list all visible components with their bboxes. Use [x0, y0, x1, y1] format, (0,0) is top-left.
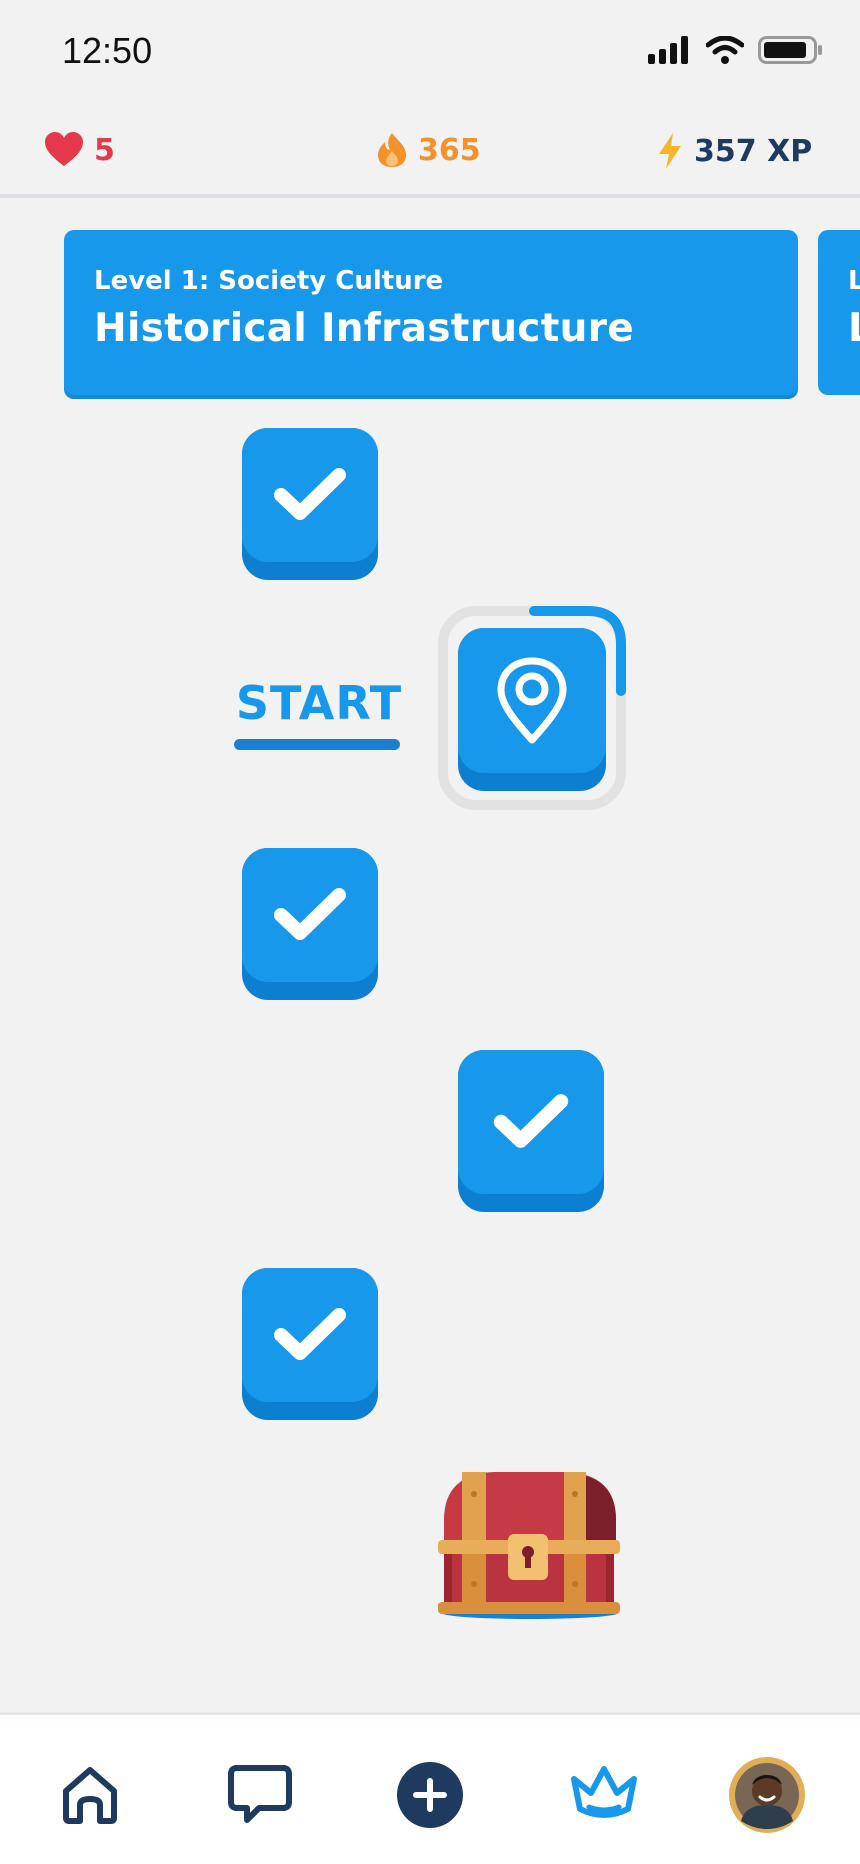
- lesson-node-completed[interactable]: [242, 428, 378, 580]
- lesson-node-completed[interactable]: [458, 1050, 604, 1212]
- battery-icon: [758, 36, 822, 64]
- lesson-node-completed[interactable]: [242, 848, 378, 1000]
- lesson-node-completed[interactable]: [242, 1268, 378, 1420]
- start-label[interactable]: START: [234, 676, 404, 730]
- node-face: [458, 1050, 604, 1194]
- status-icons: [648, 36, 822, 64]
- check-icon: [274, 888, 346, 940]
- streak-counter[interactable]: 365: [376, 132, 481, 168]
- next-level-subtitle: L: [848, 266, 860, 296]
- status-time: 12:50: [62, 30, 153, 71]
- add-icon: [397, 1762, 463, 1828]
- level-subtitle: Level 1: Society Culture: [94, 266, 444, 296]
- level-title: Historical Infrastructure: [94, 306, 634, 351]
- lightning-icon: [659, 133, 681, 169]
- heart-icon: [45, 132, 83, 166]
- node-face: [458, 628, 606, 773]
- level-card[interactable]: Level 1: Society Culture Historical Infr…: [64, 230, 798, 395]
- xp-count: 357 XP: [694, 133, 813, 169]
- chat-icon: [228, 1765, 292, 1823]
- check-icon: [493, 1094, 569, 1148]
- nav-chat[interactable]: [220, 1755, 300, 1835]
- nav-add[interactable]: [390, 1755, 470, 1835]
- check-icon: [274, 1308, 346, 1360]
- xp-counter[interactable]: 357 XP: [656, 132, 812, 170]
- stats-bar: 5 365 357 XP: [0, 118, 860, 198]
- next-level-card[interactable]: L L: [818, 230, 860, 395]
- streak-count: 365: [418, 132, 481, 168]
- hearts-counter[interactable]: 5: [44, 132, 115, 168]
- nav-home[interactable]: [50, 1755, 130, 1835]
- node-face: [242, 428, 378, 562]
- start-underline: [234, 739, 400, 750]
- treasure-chest-icon[interactable]: [432, 1464, 624, 1622]
- node-face: [242, 848, 378, 982]
- profile-avatar: [729, 1757, 805, 1833]
- flame-icon: [378, 133, 406, 167]
- hearts-count: 5: [94, 132, 115, 168]
- crown-icon: [571, 1766, 637, 1818]
- cellular-signal-icon: [648, 36, 688, 64]
- nav-leaderboard[interactable]: [564, 1755, 644, 1835]
- wifi-icon: [706, 36, 744, 64]
- home-icon: [63, 1767, 117, 1824]
- next-level-title: L: [848, 306, 860, 351]
- check-icon: [274, 468, 346, 520]
- lesson-node-current[interactable]: [458, 628, 606, 791]
- map-pin-icon: [497, 657, 567, 743]
- status-bar: 12:50: [0, 0, 860, 100]
- nav-profile[interactable]: [727, 1755, 807, 1835]
- node-face: [242, 1268, 378, 1402]
- bottom-nav: [0, 1712, 860, 1864]
